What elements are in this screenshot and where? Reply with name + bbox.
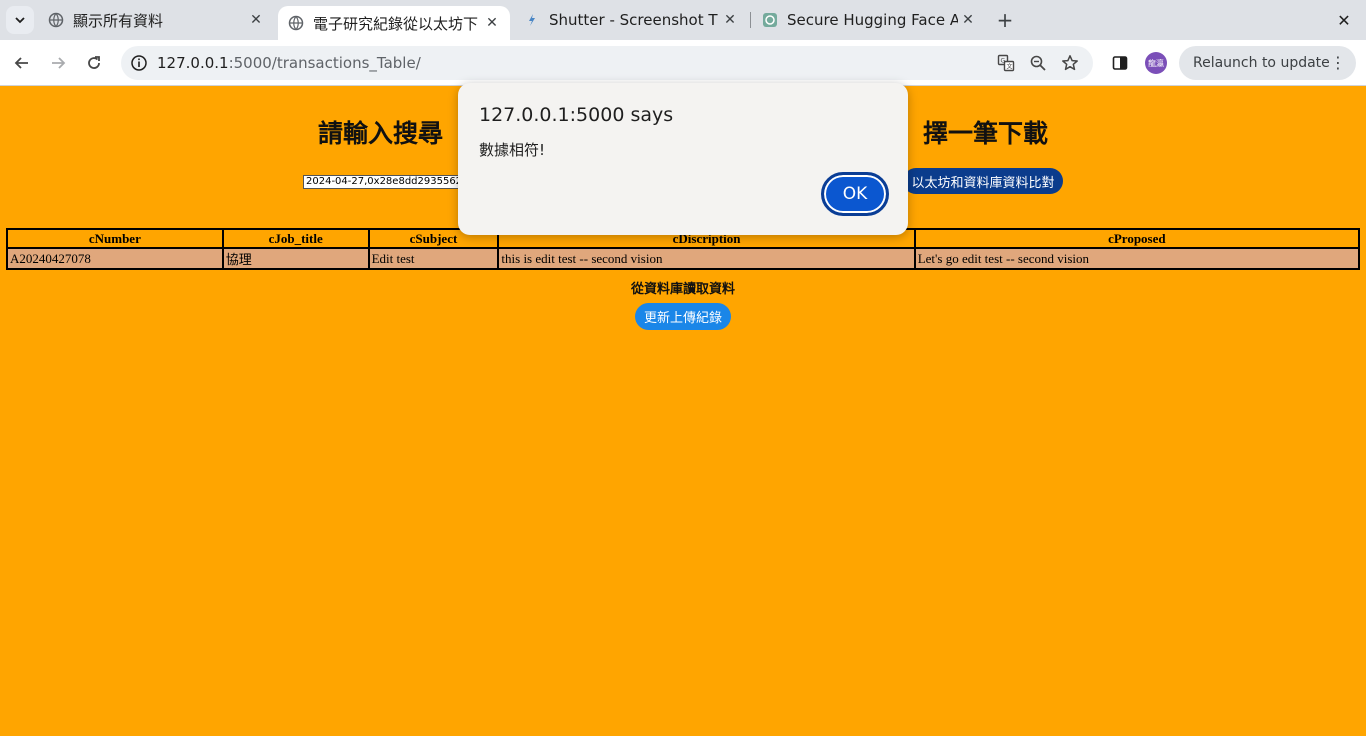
chevron-down-icon bbox=[15, 17, 25, 24]
avatar-label: 龍瀛 bbox=[1148, 58, 1164, 68]
tab-close-icon[interactable]: ✕ bbox=[720, 10, 740, 30]
cell-number: A20240427078 bbox=[6, 247, 224, 270]
url-path: :5000/transactions_Table/ bbox=[228, 54, 421, 72]
database-read-label: 從資料庫讀取資料 bbox=[630, 282, 735, 297]
column-header: cJob_title bbox=[221, 228, 370, 249]
tab-close-icon[interactable]: ✕ bbox=[958, 10, 978, 30]
heading-left: 請輸入搜尋 bbox=[317, 119, 443, 148]
tab-title: 顯示所有資料 bbox=[73, 11, 164, 30]
alert-dialog: 127.0.0.1:5000 says 數據相符! OK bbox=[458, 83, 908, 235]
tab-title: Shutter - Screenshot T bbox=[549, 11, 718, 29]
reload-button[interactable] bbox=[80, 49, 108, 77]
cell-proposed: Let's go edit test -- second vision bbox=[913, 247, 1361, 270]
tab-title: 電子研究紀錄從以太坊下 bbox=[313, 14, 479, 33]
back-button[interactable] bbox=[8, 49, 36, 77]
shutter-icon bbox=[524, 12, 540, 28]
globe-icon bbox=[48, 12, 64, 28]
site-info-icon[interactable] bbox=[129, 53, 149, 73]
svg-text:G: G bbox=[1001, 58, 1006, 65]
cell-description: this is edit test -- second vision bbox=[497, 247, 916, 270]
tab-title: Secure Hugging Face A bbox=[787, 11, 958, 29]
cell-job-title: 協理 bbox=[221, 247, 370, 270]
svg-text:文: 文 bbox=[1007, 63, 1013, 71]
column-header: cProposed bbox=[913, 228, 1361, 249]
column-header: cNumber bbox=[6, 228, 224, 249]
tab-search-button[interactable] bbox=[6, 6, 34, 34]
dialog-ok-button[interactable]: OK bbox=[821, 172, 889, 216]
browser-toolbar: 127.0.0.1:5000/transactions_Table/ G文 龍瀛… bbox=[0, 40, 1366, 86]
tab-shutter[interactable]: Shutter - Screenshot T ✕ bbox=[514, 0, 748, 40]
globe-icon bbox=[288, 15, 304, 31]
tab-hugging-face[interactable]: Secure Hugging Face A ✕ bbox=[752, 0, 986, 40]
reload-icon bbox=[88, 56, 100, 69]
back-arrow-icon bbox=[14, 57, 28, 69]
relaunch-label: Relaunch to update bbox=[1193, 55, 1330, 71]
profile-avatar[interactable]: 龍瀛 bbox=[1145, 52, 1167, 74]
tab-strip: 顯示所有資料 ✕ 電子研究紀錄從以太坊下 ✕ Shutter - Screens… bbox=[0, 0, 1366, 40]
tab-research-records[interactable]: 電子研究紀錄從以太坊下 ✕ bbox=[278, 6, 510, 40]
url-host: 127.0.0.1 bbox=[157, 54, 229, 72]
window-close-button[interactable]: ✕ bbox=[1332, 8, 1356, 32]
translate-icon[interactable]: G文 bbox=[996, 53, 1016, 73]
tab-close-icon[interactable]: ✕ bbox=[482, 13, 502, 33]
forward-arrow-icon bbox=[52, 57, 66, 69]
compare-ethereum-database-button[interactable]: 以太坊和資料庫資料比對 bbox=[903, 168, 1063, 194]
zoom-icon[interactable] bbox=[1028, 53, 1048, 73]
bookmark-star-icon[interactable] bbox=[1060, 53, 1080, 73]
openai-icon bbox=[762, 12, 778, 28]
url-text[interactable]: 127.0.0.1:5000/transactions_Table/ bbox=[157, 54, 421, 72]
refresh-upload-records-button[interactable]: 更新上傳紀錄 bbox=[635, 303, 731, 330]
tab-separator bbox=[750, 12, 751, 28]
relaunch-to-update-button[interactable]: Relaunch to update ⋮ bbox=[1179, 46, 1356, 80]
side-panel-icon bbox=[1112, 56, 1128, 70]
tab-show-all-data[interactable]: 顯示所有資料 ✕ bbox=[38, 0, 274, 40]
more-menu-icon[interactable]: ⋮ bbox=[1330, 53, 1346, 72]
side-panel-button[interactable] bbox=[1109, 52, 1131, 74]
dialog-message: 數據相符! bbox=[479, 141, 546, 159]
tab-close-icon[interactable]: ✕ bbox=[246, 10, 266, 30]
forward-button[interactable] bbox=[44, 49, 72, 77]
table-row[interactable]: A20240427078 協理 Edit test this is edit t… bbox=[6, 247, 1361, 270]
dialog-title: 127.0.0.1:5000 says bbox=[479, 104, 674, 126]
new-tab-button[interactable]: + bbox=[993, 8, 1017, 32]
cell-subject: Edit test bbox=[367, 247, 500, 270]
heading-right: 擇一筆下載 bbox=[923, 119, 1049, 148]
address-bar[interactable]: 127.0.0.1:5000/transactions_Table/ G文 bbox=[121, 46, 1093, 80]
